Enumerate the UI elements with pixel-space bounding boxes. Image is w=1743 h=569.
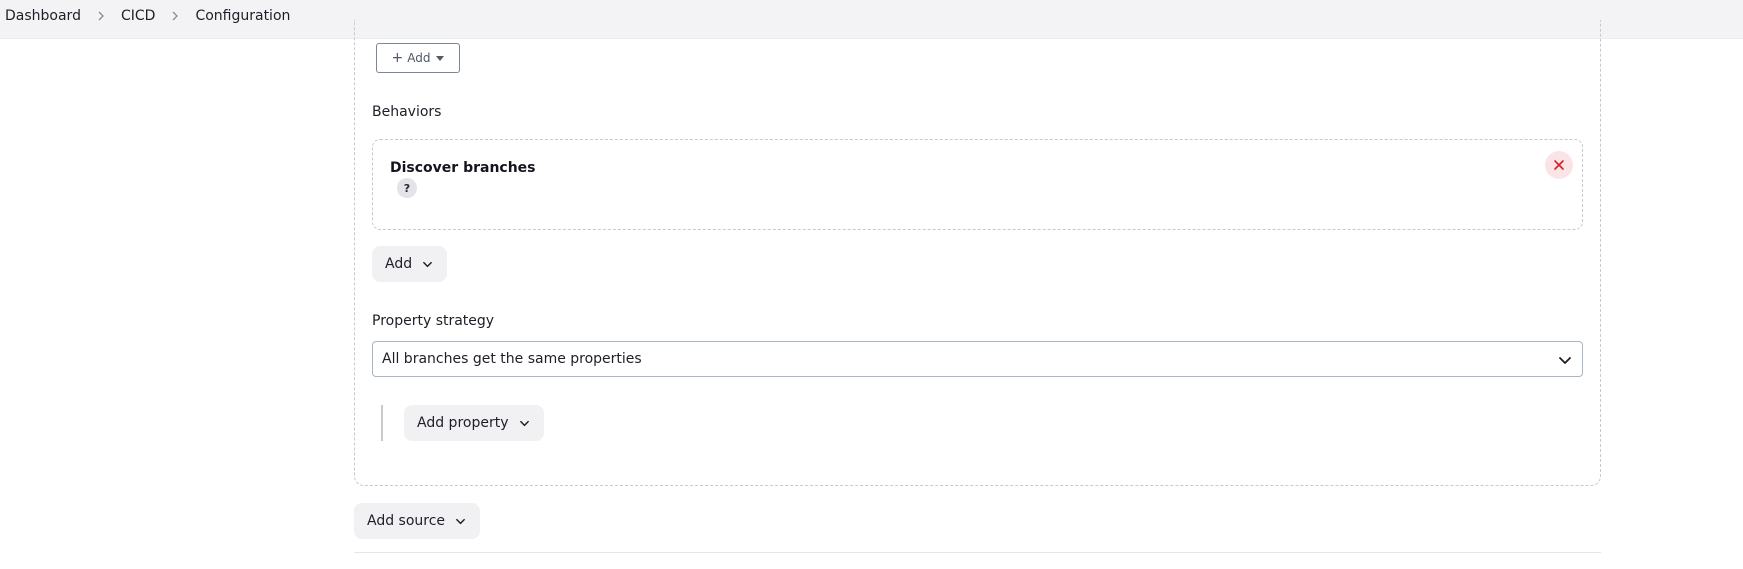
breadcrumb-cicd[interactable]: CICD bbox=[121, 8, 155, 24]
chevron-down-icon bbox=[423, 261, 433, 267]
add-behavior-button[interactable]: Add bbox=[372, 246, 448, 282]
property-strategy-select[interactable]: All branches get the same properties bbox=[372, 341, 1583, 377]
chevron-down-icon bbox=[1559, 357, 1571, 364]
breadcrumb-configuration: Configuration bbox=[195, 8, 291, 24]
section-divider bbox=[354, 552, 1601, 553]
chevron-right-icon bbox=[155, 8, 195, 24]
add-credentials-button[interactable]: + Add bbox=[376, 43, 460, 73]
add-source-label: Add source bbox=[367, 513, 446, 529]
add-source-button[interactable]: Add source bbox=[354, 503, 481, 539]
breadcrumb: Dashboard CICD Configuration bbox=[5, 0, 290, 32]
add-behavior-label: Add bbox=[385, 256, 413, 272]
behaviors-label: Behaviors bbox=[372, 104, 442, 120]
add-property-label: Add property bbox=[417, 415, 509, 431]
breadcrumb-dashboard[interactable]: Dashboard bbox=[5, 8, 81, 24]
property-strategy-label: Property strategy bbox=[372, 313, 495, 329]
behavior-title: Discover branches bbox=[390, 160, 536, 176]
remove-behavior-button[interactable] bbox=[1545, 151, 1573, 179]
close-icon bbox=[1554, 160, 1564, 170]
help-icon[interactable]: ? bbox=[397, 178, 417, 198]
chevron-down-icon bbox=[519, 420, 529, 426]
plus-icon: + bbox=[391, 50, 404, 66]
behavior-discover-branches: Discover branches ? bbox=[372, 139, 1583, 230]
chevron-down-icon bbox=[456, 518, 465, 524]
add-property-button[interactable]: Add property bbox=[404, 405, 544, 441]
add-credentials-label: Add bbox=[407, 51, 431, 65]
property-strategy-value: All branches get the same properties bbox=[382, 351, 642, 367]
caret-down-icon bbox=[436, 55, 445, 61]
property-indent-line bbox=[381, 405, 383, 441]
chevron-right-icon bbox=[81, 8, 121, 24]
